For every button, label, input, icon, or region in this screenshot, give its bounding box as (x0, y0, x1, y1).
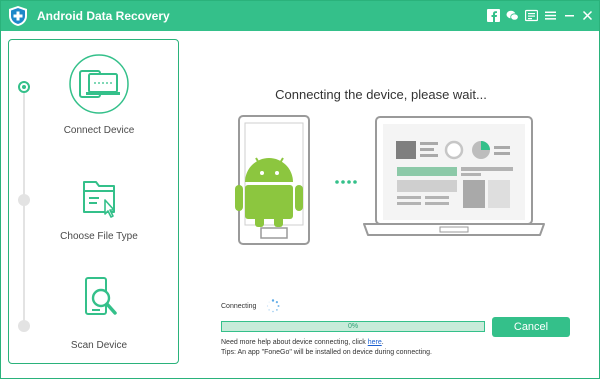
status-heading: Connecting the device, please wait... (275, 87, 487, 102)
choose-file-type-icon (83, 181, 115, 218)
facebook-icon[interactable] (487, 9, 500, 22)
menu-icon[interactable] (544, 9, 557, 22)
step-indicator-connect (18, 81, 30, 93)
connect-device-icon (69, 54, 129, 114)
close-icon[interactable] (581, 9, 594, 22)
step-rail (23, 86, 25, 326)
connection-illustration (235, 115, 545, 245)
connecting-label: Connecting (221, 303, 257, 310)
feedback-icon[interactable] (525, 9, 538, 22)
step-scan-device[interactable]: Scan Device (39, 272, 159, 352)
minimize-icon[interactable] (563, 9, 576, 22)
chat-icon[interactable] (506, 9, 519, 22)
connecting-dots (335, 180, 357, 184)
tips-text: Tips: An app "FoneGo" will be installed … (221, 349, 432, 356)
title-bar: Android Data Recovery (1, 1, 599, 31)
step-sidebar: Connect Device Choose File Type Scan Dev… (8, 39, 179, 364)
help-link[interactable]: here (368, 339, 382, 346)
help-prefix: Need more help about device connecting, … (221, 339, 368, 346)
step-label-choose-file-type: Choose File Type (60, 231, 138, 242)
step-label-connect-device: Connect Device (63, 125, 135, 136)
app-logo-icon (9, 6, 27, 26)
cancel-button[interactable]: Cancel (492, 317, 570, 337)
progress-text: 0% (347, 323, 359, 330)
step-indicator-scan (18, 320, 30, 332)
connection-progress-bar: 0% (221, 321, 485, 332)
step-indicator-choose (18, 194, 30, 206)
scan-device-icon (85, 277, 117, 315)
step-label-scan-device: Scan Device (70, 340, 128, 351)
loading-spinner-icon (266, 299, 280, 313)
app-title: Android Data Recovery (37, 9, 170, 23)
help-text: Need more help about device connecting, … (221, 339, 384, 346)
laptop-icon (363, 116, 545, 236)
step-connect-device[interactable]: Connect Device (39, 54, 159, 144)
app-window: Android Data Recovery Connect Device Cho… (0, 0, 600, 379)
help-suffix: . (381, 339, 384, 346)
step-choose-file-type[interactable]: Choose File Type (39, 170, 159, 250)
